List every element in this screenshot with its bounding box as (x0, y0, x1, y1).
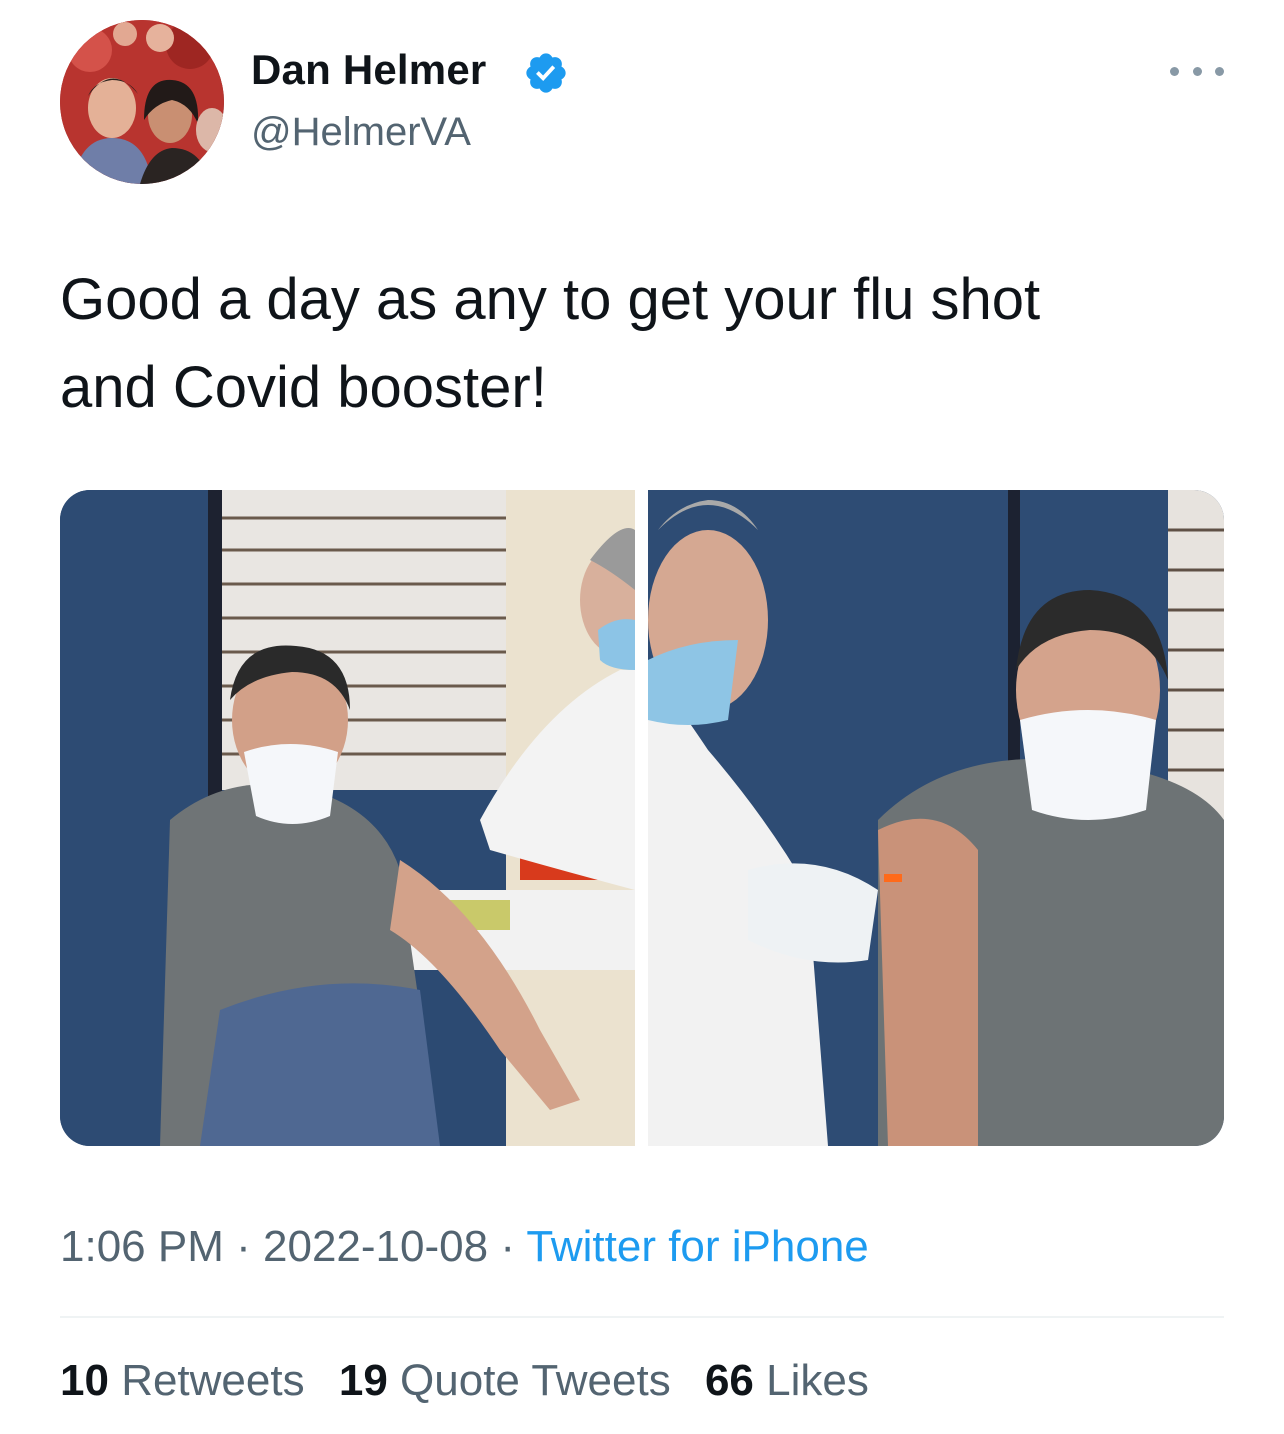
retweets-stat[interactable]: 10 Retweets (60, 1356, 305, 1405)
tweet-text: Good a day as any to get your flu shot a… (60, 256, 1230, 432)
divider (60, 1316, 1224, 1318)
tweet-stats: 10 Retweets 19 Quote Tweets 66 Likes (60, 1356, 891, 1406)
tweet-text-line: Good a day as any to get your flu shot (60, 267, 1041, 332)
tweet-text-line: and Covid booster! (60, 355, 547, 420)
tweet-metadata: 1:06 PM · 2022-10-08 · Twitter for iPhon… (60, 1222, 869, 1272)
likes-label: Likes (766, 1356, 869, 1405)
more-horizontal-icon (1215, 66, 1224, 76)
vaccination-photo-left (60, 490, 635, 1146)
tweet-photo[interactable] (60, 490, 635, 1146)
likes-stat[interactable]: 66 Likes (705, 1356, 869, 1405)
author-display-name[interactable]: Dan Helmer (251, 46, 486, 94)
likes-count: 66 (704, 1356, 754, 1405)
media-grid (60, 490, 1224, 1146)
tweet-time[interactable]: 1:06 PM (60, 1222, 224, 1271)
author-handle[interactable]: @HelmerVA (251, 110, 471, 155)
tweet-date[interactable]: 2022-10-08 (263, 1222, 488, 1271)
quote-tweets-stat[interactable]: 19 Quote Tweets (339, 1356, 671, 1405)
metadata-separator: · (236, 1222, 251, 1271)
more-options-button[interactable] (1170, 58, 1224, 84)
tweet-photo[interactable] (648, 490, 1224, 1146)
author-avatar[interactable] (60, 20, 224, 184)
vaccination-photo-right (648, 490, 1224, 1146)
metadata-separator: · (500, 1222, 515, 1271)
quote-tweets-count: 19 (338, 1356, 388, 1405)
tweet-source-link[interactable]: Twitter for iPhone (526, 1222, 868, 1271)
quote-tweets-label: Quote Tweets (400, 1356, 671, 1405)
verified-badge-icon (526, 53, 566, 93)
more-horizontal-icon (1170, 66, 1179, 76)
retweets-count: 10 (60, 1356, 109, 1405)
avatar-photo (60, 20, 224, 184)
more-horizontal-icon (1192, 66, 1202, 76)
retweets-label: Retweets (121, 1356, 305, 1405)
